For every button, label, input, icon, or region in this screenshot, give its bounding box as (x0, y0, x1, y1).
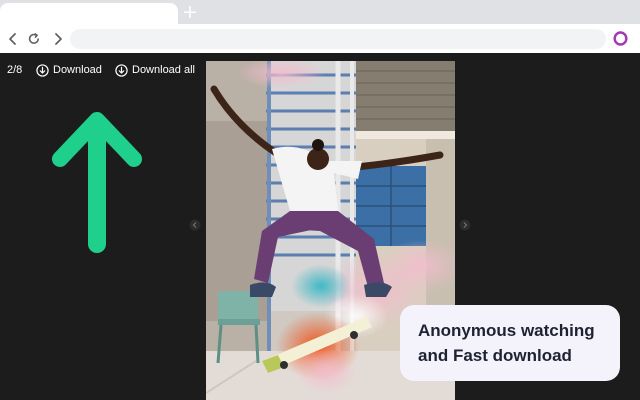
browser-tab[interactable] (0, 3, 178, 24)
forward-icon[interactable] (51, 32, 65, 46)
feature-callout: Anonymous watching and Fast download (400, 305, 620, 381)
callout-line-2: and Fast download (418, 346, 572, 365)
download-all-label: Download all (132, 64, 195, 76)
address-bar[interactable] (70, 29, 606, 49)
up-arrow-icon (52, 112, 142, 253)
callout-line-1: Anonymous watching (418, 321, 595, 340)
download-label: Download (53, 64, 102, 76)
new-tab-button[interactable]: + (181, 2, 199, 22)
image-counter: 2/8 (7, 64, 23, 76)
next-slide-icon[interactable] (459, 219, 471, 231)
prev-slide-icon[interactable] (189, 219, 201, 231)
download-icon (36, 63, 49, 77)
download-all-icon (115, 63, 128, 77)
download-all-button[interactable]: Download all (115, 62, 195, 78)
download-button[interactable]: Download (36, 62, 102, 78)
back-icon[interactable] (6, 32, 20, 46)
reload-icon[interactable] (27, 32, 41, 46)
browser-toolbar (0, 24, 640, 53)
tab-strip: + (0, 0, 640, 24)
opera-icon[interactable] (613, 31, 628, 46)
